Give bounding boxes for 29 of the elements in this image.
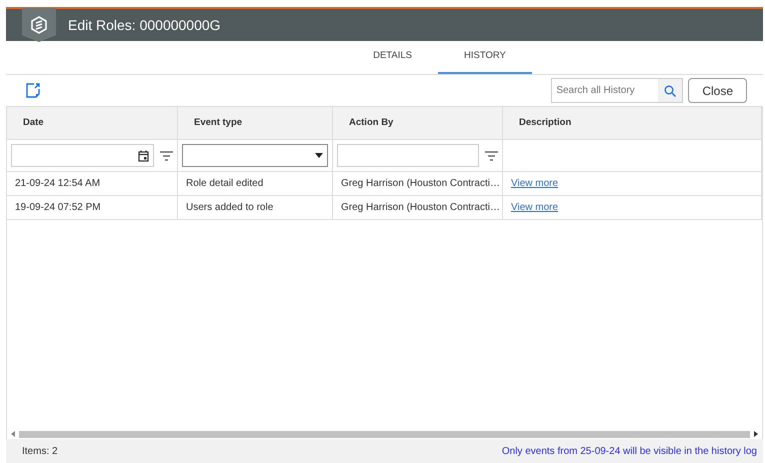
scroll-right-icon[interactable] [754,431,758,437]
date-filter-field[interactable] [11,144,154,167]
column-header: Event type [194,116,242,130]
event-type-dropdown[interactable] [182,144,328,167]
calendar-icon[interactable] [138,150,149,162]
history-notice: Only events from 25-09-24 will be visible in the history log [502,444,757,458]
column-header: Action By [349,116,394,130]
table-cell-text: 21-09-24 12:54 AM [15,177,100,191]
text-filter-field[interactable] [337,144,479,167]
logo-icon [22,8,56,42]
view-more-link[interactable]: View more [511,176,558,191]
view-more-link[interactable]: View more [511,200,558,215]
column-header: Description [519,116,572,130]
tab[interactable]: DETAILS [347,41,438,74]
filter-icon[interactable] [160,150,173,160]
filter-icon[interactable] [485,150,498,160]
column-header: Date [23,116,44,130]
table-cell-text: Users added to role [186,201,274,215]
table-cell-text: Greg Harrison (Houston Contracti… [341,201,500,215]
export-document-icon[interactable] [26,82,40,98]
caret-icon [315,153,323,158]
item-count: Items: 2 [22,444,58,458]
table-cell-text: Greg Harrison (Houston Contracti… [341,177,500,191]
table-cell-text: Role detail edited [186,177,264,191]
window-title: Edit Roles: 000000000G [68,16,221,34]
table-cell-text: 19-09-24 07:52 PM [15,201,101,215]
scroll-left-icon[interactable] [11,431,15,437]
tab[interactable]: HISTORY [438,41,532,74]
close-button[interactable]: Close [688,78,747,103]
